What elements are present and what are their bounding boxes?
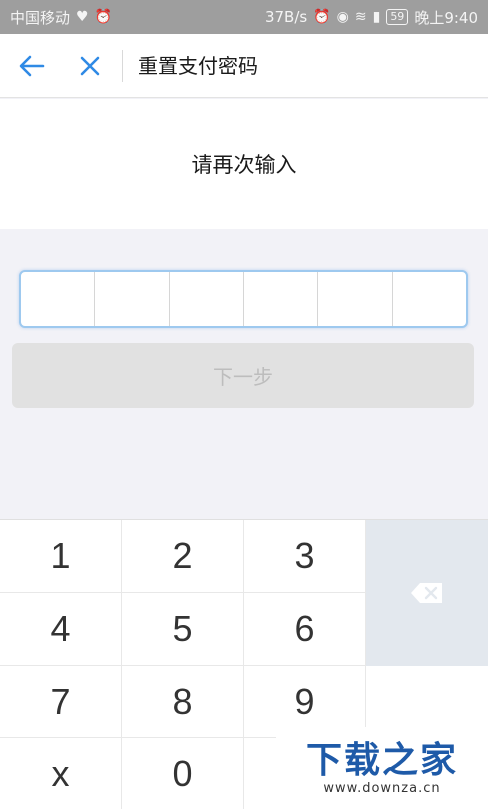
nav-bar: 重置支付密码 xyxy=(0,34,488,98)
pin-cell[interactable] xyxy=(318,272,393,326)
key-0[interactable]: 0 xyxy=(122,738,244,809)
back-button[interactable] xyxy=(14,50,50,82)
backspace-icon xyxy=(411,583,442,603)
key-8[interactable]: 8 xyxy=(122,666,244,738)
nav-divider xyxy=(122,50,123,82)
key-4[interactable]: 4 xyxy=(0,593,122,666)
watermark-url: www.downza.cn xyxy=(323,780,441,796)
close-button[interactable] xyxy=(72,50,108,82)
key-5[interactable]: 5 xyxy=(122,593,244,666)
signal-icon: ▮ xyxy=(372,9,381,25)
page-title: 重置支付密码 xyxy=(138,54,258,78)
heart-icon: ♥ xyxy=(76,9,89,25)
delete-key[interactable] xyxy=(366,520,488,666)
close-icon xyxy=(80,56,100,76)
prompt-area: 请再次输入 xyxy=(0,99,488,229)
status-bar: 中国移动 ♥ ⏰ 37B/s ⏰ ◉ ≋ ▮ 59 晚上9:40 xyxy=(0,0,488,34)
pin-cell[interactable] xyxy=(21,272,96,326)
status-right: 37B/s ⏰ ◉ ≋ ▮ 59 晚上9:40 xyxy=(265,7,478,28)
next-button[interactable]: 下一步 xyxy=(12,343,474,408)
arrow-left-icon xyxy=(19,55,45,77)
prompt-text: 请再次输入 xyxy=(191,153,297,177)
battery-level: 59 xyxy=(386,9,409,25)
clock: 晚上9:40 xyxy=(414,8,478,27)
network-speed: 37B/s xyxy=(264,8,308,26)
carrier-label: 中国移动 xyxy=(10,8,71,27)
pin-cell[interactable] xyxy=(170,272,244,326)
pin-cell[interactable] xyxy=(393,272,466,326)
alarm-icon: ⏰ xyxy=(313,9,331,25)
key-7[interactable]: 7 xyxy=(0,666,122,738)
pin-cell[interactable] xyxy=(95,272,170,326)
screen: 中国移动 ♥ ⏰ 37B/s ⏰ ◉ ≋ ▮ 59 晚上9:40 重置支付密码 xyxy=(0,0,488,809)
key-x[interactable]: x xyxy=(0,738,122,809)
key-3[interactable]: 3 xyxy=(244,520,366,593)
eye-icon: ◉ xyxy=(336,9,349,25)
pin-input[interactable] xyxy=(19,270,468,328)
watermark-title: 下载之家 xyxy=(305,739,458,781)
pin-cell[interactable] xyxy=(244,272,319,326)
key-1[interactable]: 1 xyxy=(0,520,122,593)
clock-notification-icon: ⏰ xyxy=(94,9,113,25)
key-2[interactable]: 2 xyxy=(122,520,244,593)
watermark-logo: 下载之家 www.downza.cn xyxy=(276,727,488,809)
status-left: 中国移动 ♥ ⏰ xyxy=(10,7,112,28)
wifi-icon: ≋ xyxy=(354,9,367,25)
key-6[interactable]: 6 xyxy=(244,593,366,666)
